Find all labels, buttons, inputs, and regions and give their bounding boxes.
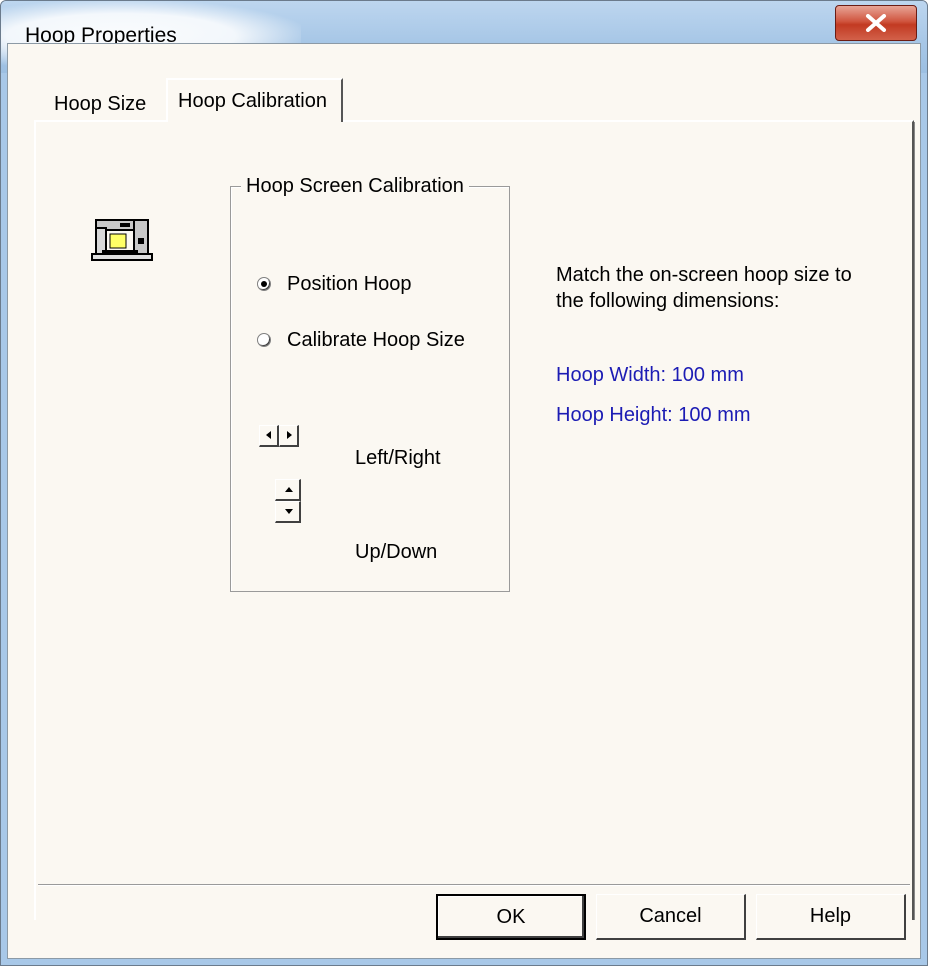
arrow-right-icon — [287, 431, 292, 439]
position-hoop-label: Position Hoop — [287, 272, 412, 295]
close-button[interactable] — [835, 5, 917, 41]
help-button[interactable]: Help — [756, 894, 906, 940]
close-icon — [866, 14, 886, 32]
up-down-label: Up/Down — [355, 541, 438, 563]
dialog-client-area: Hoop Size Hoop Calibration Hoop Screen C… — [7, 43, 921, 959]
calibrate-hoop-size-radio-button[interactable] — [257, 333, 271, 347]
group-title: Hoop Screen Calibration — [241, 175, 469, 198]
position-hoop-radio[interactable]: Position Hoop — [257, 271, 412, 297]
ok-button[interactable]: OK — [436, 894, 586, 940]
hoop-properties-window: Hoop Properties Hoop Size Hoop Calibrati… — [0, 0, 928, 966]
arrow-down-icon — [285, 509, 293, 514]
right-arrow-button[interactable] — [279, 425, 299, 447]
button-divider — [38, 884, 910, 886]
arrow-left-icon — [266, 431, 271, 439]
left-arrow-button[interactable] — [259, 425, 279, 447]
calibrate-hoop-size-radio[interactable]: Calibrate Hoop Size — [257, 327, 465, 353]
position-hoop-radio-button[interactable] — [257, 277, 271, 291]
hoop-height-text: Hoop Height: 100 mm — [556, 404, 751, 426]
sewing-machine-icon — [90, 210, 154, 267]
down-arrow-button[interactable] — [275, 501, 301, 523]
up-down-spinner — [275, 479, 301, 523]
hoop-width-text: Hoop Width: 100 mm — [556, 364, 744, 386]
calibrate-hoop-size-label: Calibrate Hoop Size — [287, 328, 465, 351]
left-right-label: Left/Right — [355, 447, 441, 469]
tab-hoop-calibration[interactable]: Hoop Calibration — [166, 78, 343, 122]
left-right-spinner — [259, 425, 299, 447]
calibration-instructions: Match the on-screen hoop size to the fol… — [556, 264, 852, 312]
cancel-button[interactable]: Cancel — [596, 894, 746, 940]
arrow-up-icon — [285, 487, 293, 492]
hoop-screen-calibration-group: Hoop Screen Calibration Position Hoop Ca… — [230, 175, 510, 592]
up-arrow-button[interactable] — [275, 479, 301, 501]
tab-hoop-size[interactable]: Hoop Size — [46, 86, 154, 120]
